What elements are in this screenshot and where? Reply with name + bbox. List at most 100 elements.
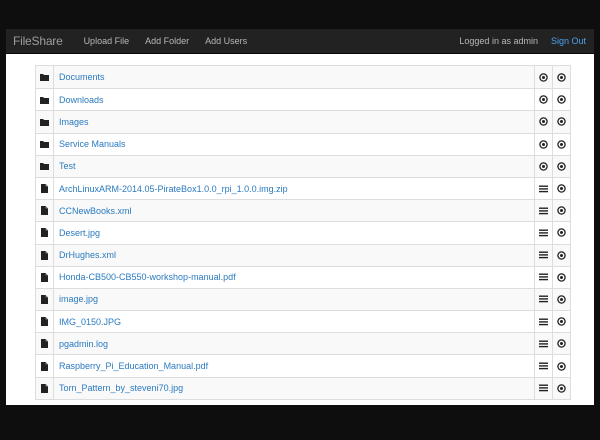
file-icon [41,206,48,216]
type-cell [36,133,54,155]
table-row: Downloads [36,88,570,111]
file-link[interactable]: Torn_Pattern_by_steveni70.jpg [59,383,183,393]
list-icon[interactable] [539,251,548,259]
view-icon[interactable] [539,162,548,171]
list-icon[interactable] [539,229,548,237]
file-link[interactable]: Raspberry_Pi_Education_Manual.pdf [59,361,208,371]
action-cell[interactable] [552,111,570,133]
view-icon[interactable] [557,95,566,105]
view-icon[interactable] [539,117,548,127]
view-icon[interactable] [557,273,566,282]
action-cell[interactable] [534,66,552,89]
action-cell[interactable] [552,333,570,355]
table-row: pgadmin.log [36,332,570,355]
action-cell[interactable] [534,288,552,311]
action-cell[interactable] [534,244,552,266]
view-icon[interactable] [557,250,566,260]
folder-icon [40,96,49,104]
folder-icon [40,140,49,149]
view-icon[interactable] [557,228,566,238]
list-icon[interactable] [539,207,548,215]
file-link[interactable]: DrHughes.xml [59,250,116,260]
file-link[interactable]: image.jpg [59,294,98,304]
add-users-link[interactable]: Add Users [205,36,247,46]
action-cell[interactable] [534,333,552,355]
action-cell[interactable] [552,89,570,111]
action-cell[interactable] [534,89,552,111]
file-link[interactable]: Documents [59,72,105,82]
name-cell: pgadmin.log [54,333,534,354]
file-link[interactable]: Downloads [59,95,104,105]
upload-file-link[interactable]: Upload File [84,36,130,46]
table-row: Honda-CB500-CB550-workshop-manual.pdf [36,265,570,288]
table-row: DrHughes.xml [36,243,570,266]
action-cell[interactable] [534,177,552,200]
action-cell[interactable] [552,66,570,89]
action-cell[interactable] [552,288,570,311]
file-link[interactable]: CCNewBooks.xml [59,206,132,216]
view-icon[interactable] [557,361,566,371]
action-cell[interactable] [552,244,570,266]
view-icon[interactable] [557,317,566,326]
file-icon [41,339,48,349]
file-link[interactable]: Service Manuals [59,139,126,149]
action-cell[interactable] [552,155,570,177]
type-cell [36,66,54,89]
view-icon[interactable] [557,72,566,82]
action-cell[interactable] [552,311,570,333]
file-link[interactable]: pgadmin.log [59,339,108,349]
type-cell [36,266,54,288]
list-icon[interactable] [539,295,548,303]
type-cell [36,111,54,133]
view-icon[interactable] [557,339,566,349]
file-link[interactable]: Honda-CB500-CB550-workshop-manual.pdf [59,272,236,282]
view-icon[interactable] [557,295,566,304]
action-cell[interactable] [552,377,570,399]
action-cell[interactable] [534,133,552,155]
view-icon[interactable] [557,184,566,193]
list-icon[interactable] [539,362,548,370]
action-cell[interactable] [534,111,552,133]
view-icon[interactable] [557,206,566,215]
list-icon[interactable] [539,318,548,326]
action-cell[interactable] [534,200,552,222]
view-icon[interactable] [539,95,548,105]
action-cell[interactable] [552,266,570,288]
table-row: CCNewBooks.xml [36,199,570,222]
list-icon[interactable] [539,185,548,193]
view-icon[interactable] [557,162,566,171]
brand-logo[interactable]: FileShare [13,34,63,48]
file-link[interactable]: Desert.jpg [59,228,100,238]
file-link[interactable]: IMG_0150.JPG [59,317,121,327]
sign-out-link[interactable]: Sign Out [551,36,586,46]
action-cell[interactable] [552,177,570,200]
action-cell[interactable] [552,355,570,377]
action-cell[interactable] [534,155,552,177]
list-icon[interactable] [539,273,548,281]
list-icon[interactable] [539,340,548,348]
action-cell[interactable] [534,222,552,244]
type-cell [36,377,54,399]
action-cell[interactable] [552,222,570,244]
name-cell: Downloads [54,89,534,110]
view-icon[interactable] [557,383,566,393]
name-cell: Raspberry_Pi_Education_Manual.pdf [54,355,534,376]
folder-icon [40,118,49,126]
view-icon[interactable] [557,117,566,127]
view-icon[interactable] [539,72,548,82]
action-cell[interactable] [534,377,552,399]
file-link[interactable]: ArchLinuxARM-2014.05-PirateBox1.0.0_rpi_… [59,184,288,194]
list-icon[interactable] [539,384,548,392]
add-folder-link[interactable]: Add Folder [145,36,189,46]
action-cell[interactable] [552,200,570,222]
file-link[interactable]: Images [59,117,89,127]
type-cell [36,333,54,355]
action-cell[interactable] [534,311,552,333]
file-link[interactable]: Test [59,161,76,171]
type-cell [36,177,54,200]
action-cell[interactable] [534,355,552,377]
view-icon[interactable] [539,139,548,149]
view-icon[interactable] [557,139,566,149]
action-cell[interactable] [552,133,570,155]
action-cell[interactable] [534,266,552,288]
